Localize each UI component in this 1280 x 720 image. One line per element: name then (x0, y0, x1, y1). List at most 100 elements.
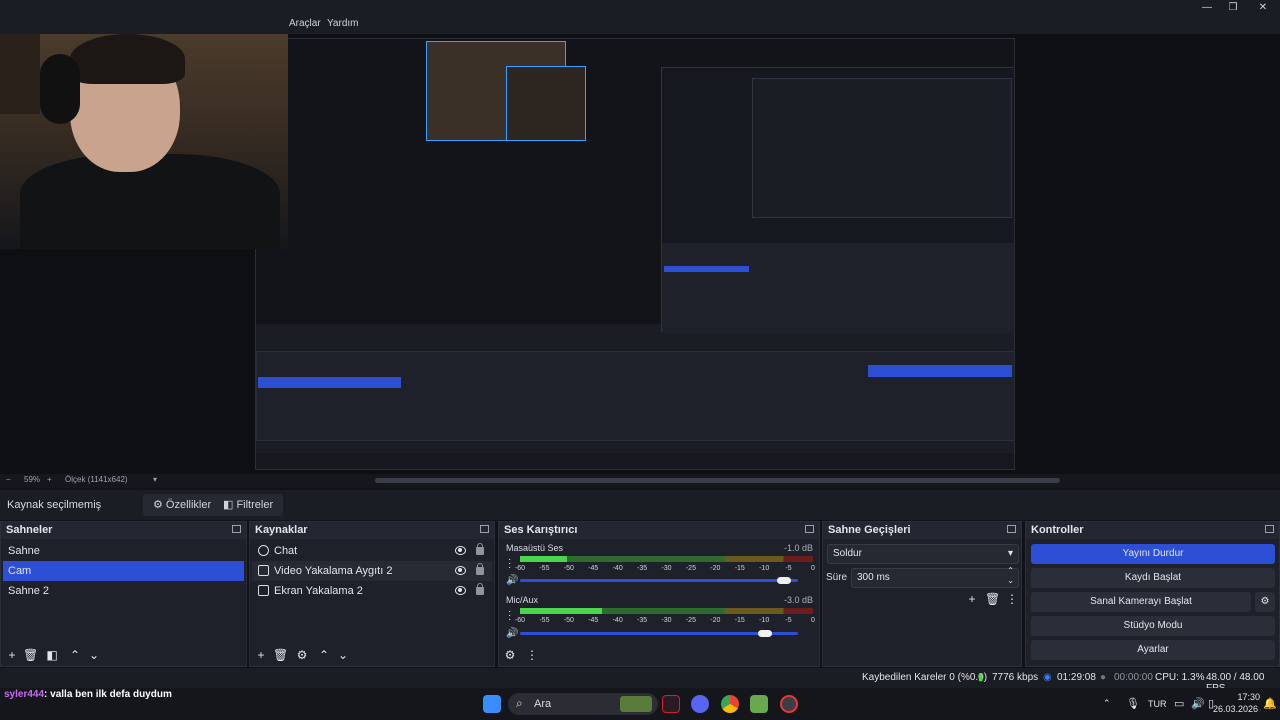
move-up-icon[interactable]: ⌃ (68, 648, 82, 662)
camera-icon (258, 565, 269, 576)
volume-icon[interactable]: 🔊 (1191, 697, 1205, 710)
properties-button[interactable]: ⚙ Özellikler (143, 494, 222, 516)
undock-icon[interactable] (805, 525, 814, 533)
chrome-icon[interactable] (721, 695, 739, 713)
source-toolbar: Kaynak seçilmemiş ⚙ Özellikler ◧ Filtrel… (0, 490, 1280, 520)
speaker-icon[interactable]: 🔊 (506, 576, 518, 586)
microphone-icon[interactable]: 🎙 (1126, 697, 1140, 710)
trash-icon[interactable]: 🗑 (985, 592, 1000, 606)
meter-tick-label: 0 (811, 617, 815, 624)
meter-ticks: -60 -55 -50 -45 -40 -35 -30 -25 -20 -15 -10 -5 0 (515, 565, 815, 573)
filters-button[interactable]: ◧ Filtreler (213, 494, 284, 516)
channel-menu-icon[interactable]: · · · (508, 555, 511, 573)
chevron-down-icon[interactable]: ▾ (153, 475, 157, 484)
meter-fill (520, 556, 567, 562)
zoom-level: 59% (24, 475, 41, 484)
dock-title: Kontroller (1026, 522, 1279, 539)
menu-tools[interactable]: Araçlar (289, 18, 321, 29)
chat-message: : valla ben ilk defa duydum (44, 689, 172, 700)
meter-tick-label: -30 (661, 617, 672, 624)
studio-mode-button[interactable]: Stüdyo Modu (1031, 616, 1275, 636)
add-icon[interactable]: + (5, 648, 19, 662)
move-down-icon[interactable]: ⌄ (336, 648, 350, 662)
start-record-button[interactable]: Kaydı Başlat (1031, 568, 1275, 588)
taskbar-search[interactable]: ⌕ Ara (508, 693, 658, 715)
scene-item[interactable]: Sahne 2 (3, 581, 244, 601)
gear-icon[interactable]: ⚙ (295, 648, 309, 662)
start-virtualcam-button[interactable]: Sanal Kamerayı Başlat (1031, 592, 1251, 612)
zoom-out-button[interactable]: − (6, 475, 11, 484)
menu-icon[interactable]: ⋮ (1005, 592, 1019, 606)
duration-input[interactable]: 300 ms ⌃ ⌄ (851, 566, 1019, 588)
visibility-icon[interactable] (455, 546, 466, 555)
scene-item-selected[interactable]: Cam (3, 561, 244, 581)
meter-fill (520, 608, 603, 614)
maximize-icon[interactable]: ❐ (1222, 2, 1244, 16)
lock-icon[interactable] (476, 583, 484, 595)
undock-icon[interactable] (480, 525, 489, 533)
lock-icon[interactable] (476, 543, 484, 555)
meter-tick-label: -25 (685, 565, 696, 572)
source-item-chat[interactable]: Chat (252, 541, 492, 561)
discord-icon[interactable] (691, 695, 709, 713)
undock-icon[interactable] (1265, 525, 1274, 533)
dock-title: Sahneler (1, 522, 246, 539)
trash-icon[interactable]: 🗑 (273, 648, 288, 662)
clock-date[interactable]: 26.03.2026 (1213, 704, 1258, 714)
nested-preview-inner (661, 67, 1014, 333)
volume-slider[interactable] (520, 579, 798, 582)
lock-icon[interactable] (476, 563, 484, 575)
notification-icon[interactable]: 🔔 (1263, 697, 1277, 710)
meter-tick-label: -50 (563, 617, 574, 624)
settings-button[interactable]: Ayarlar (1031, 640, 1275, 660)
minimize-icon[interactable]: — (1196, 2, 1218, 16)
volume-slider[interactable] (520, 632, 798, 635)
sources-dock: Kaynaklar Chat Video Yakalama Aygıtı 2 E… (249, 521, 495, 667)
move-down-icon[interactable]: ⌄ (87, 648, 101, 662)
move-up-icon[interactable]: ⌃ (317, 648, 331, 662)
browser-icon (258, 545, 269, 556)
channel-menu-icon[interactable]: · · · (508, 607, 511, 625)
speaker-icon[interactable]: 🔊 (506, 629, 518, 639)
scene-item[interactable]: Sahne (3, 541, 244, 561)
chevron-up-icon[interactable]: ⌃ (1103, 698, 1111, 709)
channel-db: -1.0 dB (783, 543, 813, 553)
meter-tick-label: -55 (539, 565, 550, 572)
stop-stream-button[interactable]: Yayını Durdur (1031, 544, 1275, 564)
add-icon[interactable]: + (965, 592, 979, 606)
meter-tick-label: -15 (734, 565, 745, 572)
source-item-screen-capture[interactable]: Ekran Yakalama 2 (252, 581, 492, 601)
trash-icon[interactable]: 🗑 (23, 648, 38, 662)
bitrate: 7776 kbps (992, 672, 1039, 683)
app-icon[interactable] (750, 695, 768, 713)
windows-start-icon[interactable] (483, 695, 501, 713)
volume-knob[interactable] (757, 630, 772, 637)
meter-tick-label: -60 (514, 565, 526, 572)
filter-icon[interactable]: ◧ (45, 648, 59, 662)
source-item-video-capture[interactable]: Video Yakalama Aygıtı 2 (252, 561, 492, 581)
preview-canvas[interactable] (0, 34, 1280, 474)
preview-scrollbar[interactable] (375, 478, 1060, 483)
scale-select[interactable]: Ölçek (1141x642) (65, 475, 128, 484)
undock-icon[interactable] (1007, 525, 1016, 533)
close-icon[interactable]: ✕ (1252, 2, 1274, 16)
advanced-audio-icon[interactable]: ⚙ (503, 648, 517, 662)
transitions-dock: Sahne Geçişleri Soldur ▾ Süre 300 ms ⌃ ⌄ … (822, 521, 1022, 667)
gear-icon[interactable]: ⚙ (1255, 592, 1275, 612)
visibility-icon[interactable] (455, 566, 466, 575)
mixer-menu-icon[interactable]: ⋮ (525, 648, 539, 662)
add-icon[interactable]: + (254, 648, 268, 662)
zoom-in-button[interactable]: + (47, 475, 52, 484)
language-indicator[interactable]: TUR (1148, 699, 1167, 709)
undock-icon[interactable] (232, 525, 241, 533)
app-icon[interactable] (662, 695, 680, 713)
menu-help[interactable]: Yardım (327, 18, 359, 29)
clock-time[interactable]: 17:30 (1230, 692, 1260, 702)
visibility-icon[interactable] (455, 586, 466, 595)
webcam-overlay (0, 34, 288, 249)
obs-icon[interactable] (780, 695, 798, 713)
spinner-icon[interactable]: ⌃ ⌄ (1007, 566, 1014, 586)
network-icon[interactable]: ▭ (1174, 697, 1184, 710)
volume-knob[interactable] (777, 577, 792, 584)
transition-select[interactable]: Soldur ▾ (827, 544, 1019, 564)
